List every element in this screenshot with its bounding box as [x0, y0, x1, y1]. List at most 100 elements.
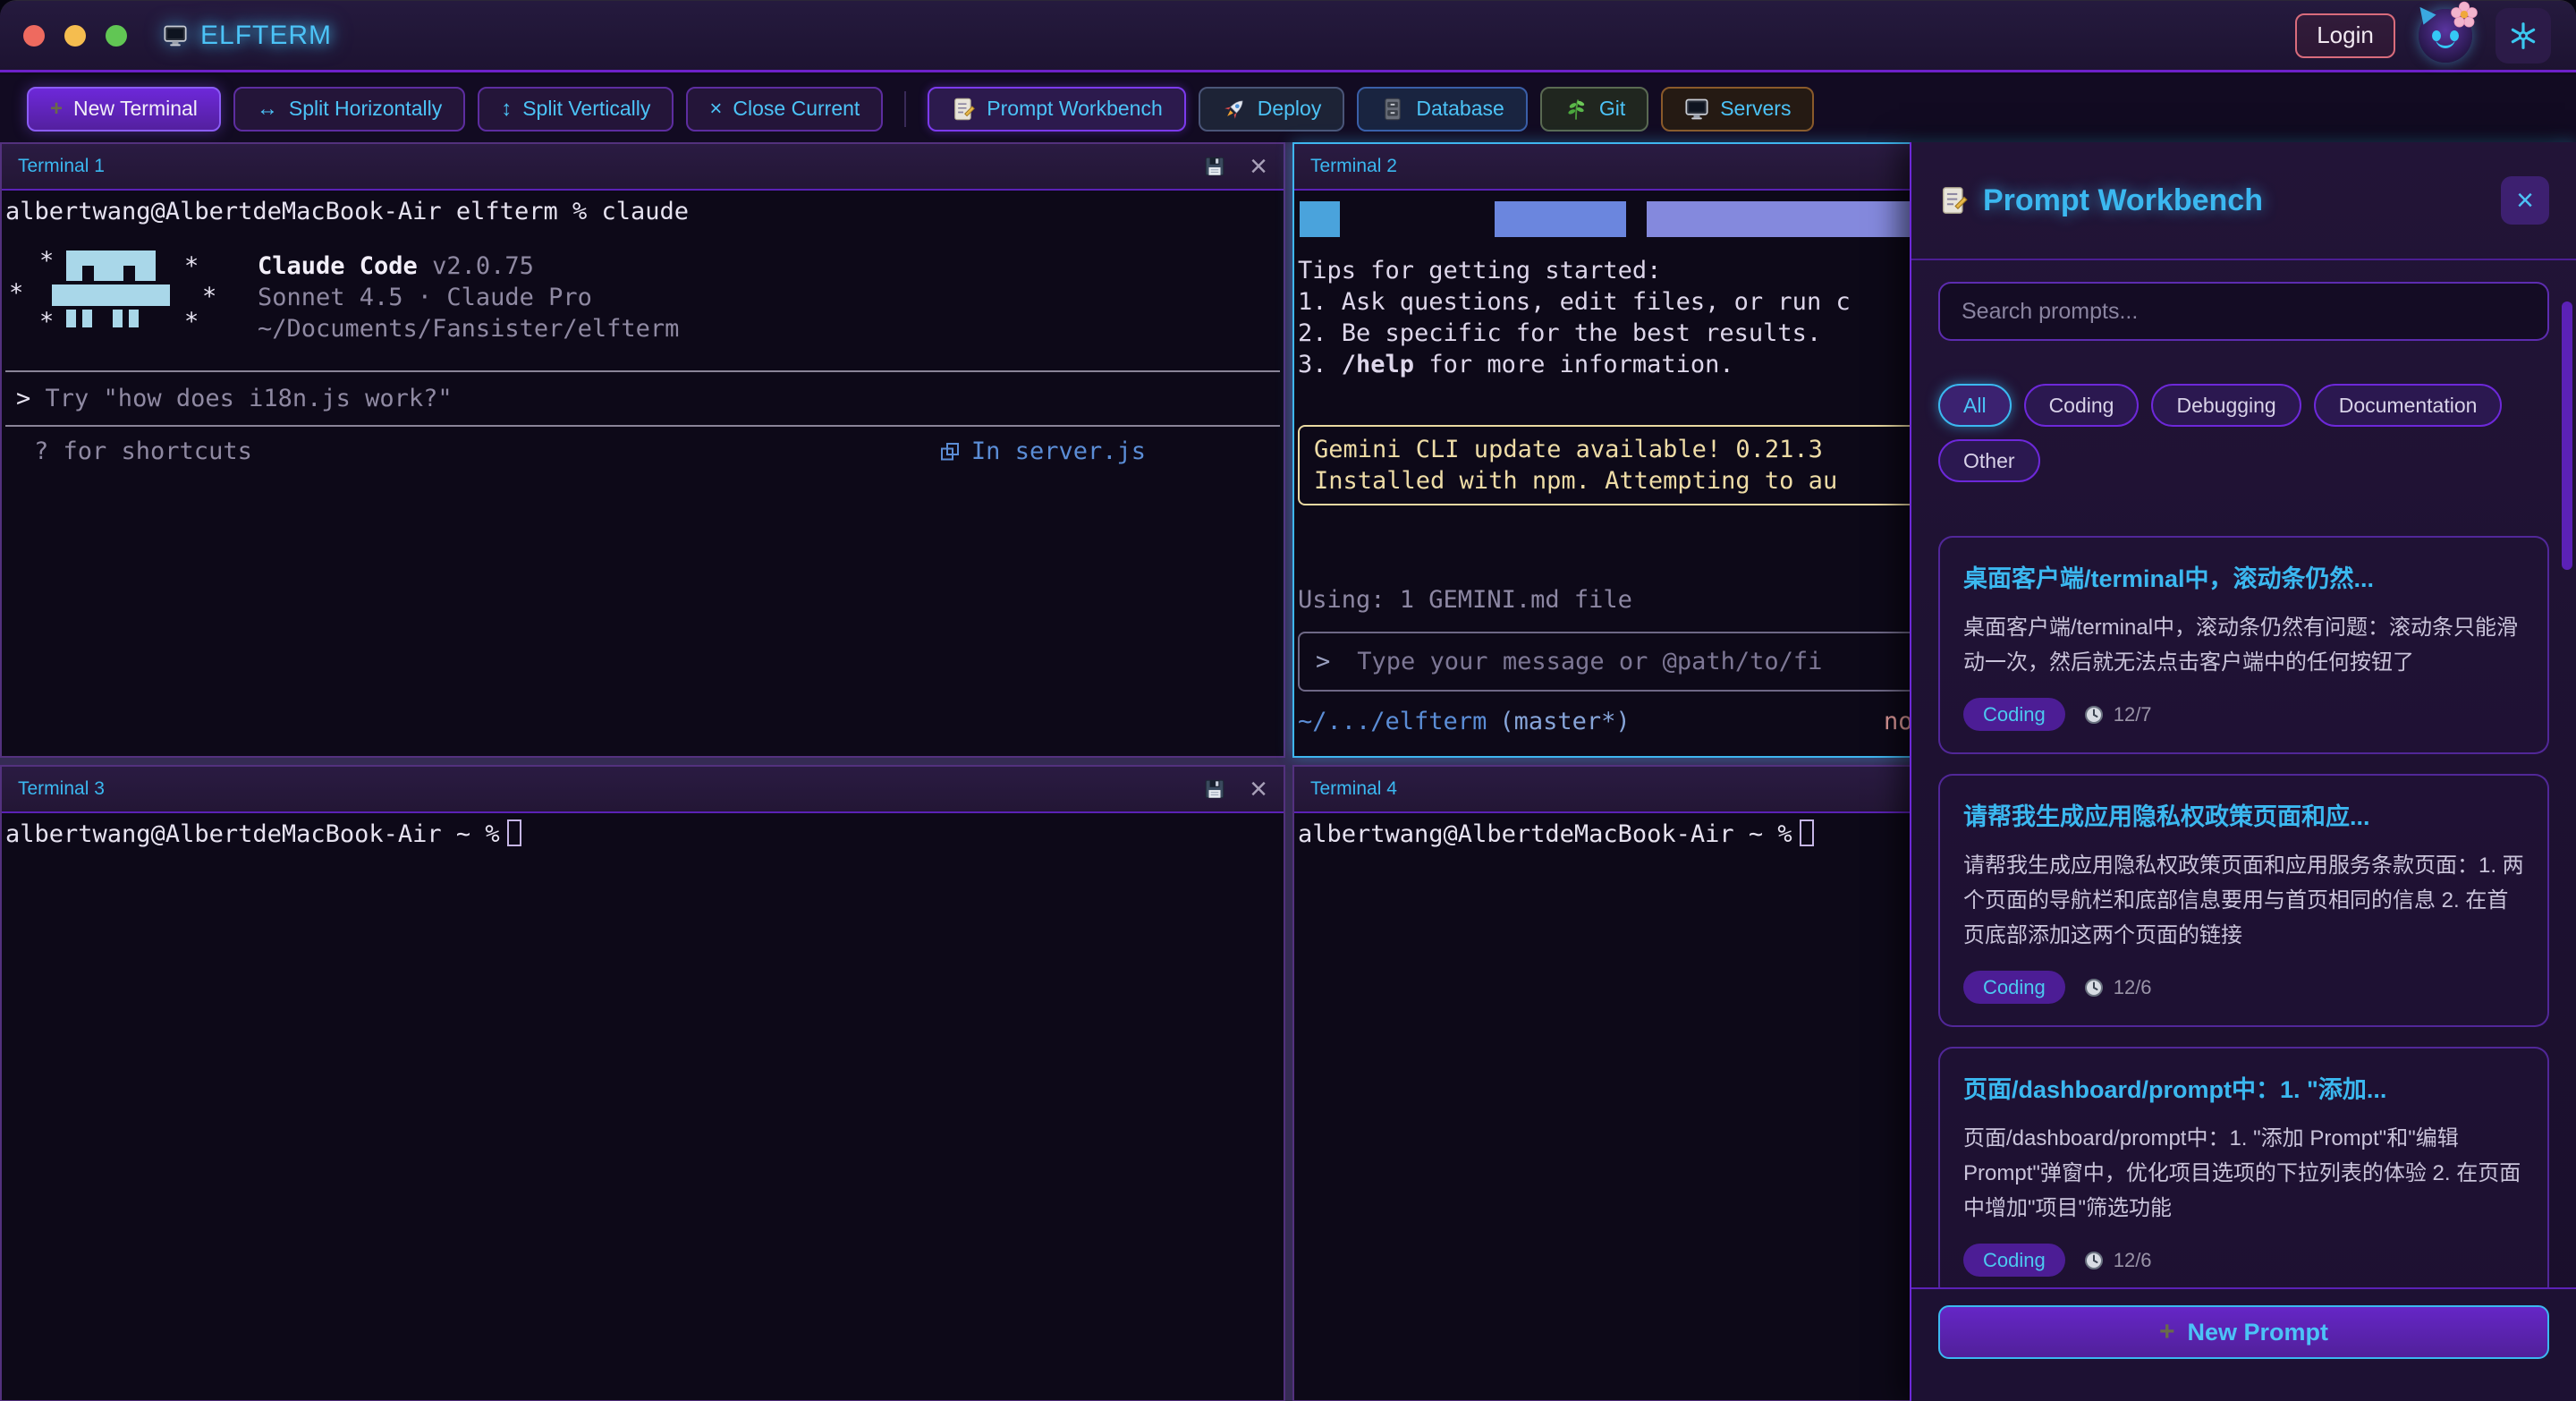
plus-icon: + [2159, 1317, 2175, 1347]
herb-icon [1563, 97, 1589, 122]
terminal-1-header[interactable]: Terminal 1 × [2, 144, 1284, 191]
prompt-tag: Coding [1963, 698, 2065, 731]
close-terminal-icon[interactable]: × [1250, 774, 1267, 804]
split-vertically-button[interactable]: ↕ Split Vertically [478, 87, 674, 132]
new-terminal-button[interactable]: + New Terminal [27, 87, 221, 132]
prompt-suggestion: Try "how does i18n.js work?" [46, 385, 453, 412]
git-button[interactable]: Git [1540, 87, 1648, 132]
claude-input-box[interactable]: > Try "how does i18n.js work?" [5, 370, 1280, 427]
deploy-button[interactable]: Deploy [1199, 87, 1345, 132]
prompt-date: 12/6 [2083, 1249, 2152, 1272]
terminal-cursor [507, 819, 521, 846]
terminal-3-header[interactable]: Terminal 3 × [2, 767, 1284, 813]
clock-icon [2083, 1250, 2105, 1271]
app-identity: ELFTERM [163, 21, 332, 51]
monitor-icon [163, 23, 188, 48]
prompt-card[interactable]: 请帮我生成应用隐私权政策页面和应... 请帮我生成应用隐私权政策页面和应用服务条… [1938, 774, 2549, 1027]
save-session-icon[interactable] [1203, 777, 1226, 801]
prompt-workbench-button[interactable]: Prompt Workbench [928, 87, 1185, 132]
save-session-icon[interactable] [1203, 155, 1226, 178]
database-button[interactable]: Database [1357, 87, 1527, 132]
close-workbench-button[interactable]: × [2501, 176, 2549, 225]
cabinet-icon [1380, 97, 1405, 122]
prompt-card-title: 桌面客户端/terminal中，滚动条仍然... [1963, 559, 2524, 594]
filter-chip-debugging[interactable]: Debugging [2151, 384, 2301, 427]
prompt-card-title: 请帮我生成应用隐私权政策页面和应... [1963, 797, 2524, 832]
workbench-title: Prompt Workbench [1983, 183, 2263, 218]
product-name: Claude Code [258, 252, 418, 280]
snowflake-icon [2509, 21, 2538, 50]
filter-chip-all[interactable]: All [1938, 384, 2012, 427]
shortcuts-hint: ? for shortcuts [34, 436, 252, 467]
claude-version-info: Claude Code v2.0.75 Sonnet 4.5 · Claude … [258, 250, 679, 351]
zoom-window-button[interactable] [106, 25, 127, 47]
split-vertical-icon: ↕ [501, 97, 512, 122]
memo-icon [1938, 185, 1969, 216]
prompt-card[interactable]: 桌面客户端/terminal中，滚动条仍然... 桌面客户端/terminal中… [1938, 536, 2549, 754]
filter-chips: All Coding Debugging Documentation Other [1938, 384, 2549, 482]
toolbar-divider [904, 91, 906, 127]
prompt-workbench-panel: Prompt Workbench × All Coding Debugging … [1910, 142, 2576, 1401]
scrollbar-thumb[interactable] [2562, 301, 2572, 570]
terminal-4-title: Terminal 4 [1310, 778, 1397, 800]
close-current-button[interactable]: × Close Current [686, 87, 883, 132]
login-button[interactable]: Login [2295, 13, 2395, 58]
window-controls [23, 25, 127, 47]
terminal-3-body[interactable]: albertwang@AlbertdeMacBook-Air ~ % [2, 813, 1284, 855]
split-horizontal-icon: ↔ [257, 97, 278, 122]
clock-icon [2083, 704, 2105, 726]
clock-icon [2083, 977, 2105, 998]
shell-prompt: albertwang@AlbertdeMacBook-Air ~ % [5, 820, 500, 848]
context-badge[interactable]: In server.js [939, 436, 1146, 467]
prompt-date: 12/6 [2083, 976, 2152, 999]
search-prompts-input[interactable] [1938, 282, 2549, 341]
servers-button[interactable]: Servers [1661, 87, 1814, 132]
app-title: ELFTERM [200, 21, 332, 51]
status-branch: (master*) [1499, 708, 1630, 735]
filter-chip-documentation[interactable]: Documentation [2314, 384, 2503, 427]
status-path: ~/.../elfterm [1298, 708, 1487, 735]
prompt-tag: Coding [1963, 971, 2065, 1004]
product-version: v2.0.75 [432, 252, 534, 280]
filter-chip-other[interactable]: Other [1938, 439, 2040, 482]
prompt-cards-list[interactable]: 桌面客户端/terminal中，滚动条仍然... 桌面客户端/terminal中… [1938, 536, 2549, 1287]
party-hat-icon [2413, 2, 2436, 24]
app-window: ELFTERM Login + New Terminal ↔ S [0, 0, 2576, 1401]
toolbar: + New Terminal ↔ Split Horizontally ↕ Sp… [0, 75, 2576, 142]
close-terminal-icon[interactable]: × [1250, 151, 1267, 182]
avatar[interactable] [2419, 9, 2472, 63]
model-info: Sonnet 4.5 · Claude Pro [258, 282, 679, 313]
workbench-footer: + New Prompt [1911, 1287, 2576, 1401]
working-directory: ~/Documents/Fansister/elfterm [258, 313, 679, 344]
close-icon: × [709, 97, 722, 122]
filter-chip-coding[interactable]: Coding [2024, 384, 2140, 427]
prompt-tag: Coding [1963, 1244, 2065, 1277]
prompt-card[interactable]: 页面/dashboard/prompt中：1. "添加... 页面/dashbo… [1938, 1047, 2549, 1287]
theme-settings-button[interactable] [2496, 8, 2551, 64]
terminal-2-title: Terminal 2 [1310, 156, 1397, 177]
claude-code-banner: * * * * * * Claude Code v2.0 [13, 250, 1280, 351]
claude-code-logo: * * * * * * [13, 250, 227, 351]
overlapping-squares-icon [939, 441, 961, 463]
monitor-icon [1684, 97, 1709, 122]
new-prompt-button[interactable]: + New Prompt [1938, 1305, 2549, 1359]
split-horizontally-button[interactable]: ↔ Split Horizontally [233, 87, 465, 132]
prompt-card-title: 页面/dashboard/prompt中：1. "添加... [1963, 1070, 2524, 1105]
titlebar: ELFTERM Login [0, 1, 2576, 72]
workbench-header: Prompt Workbench × [1911, 142, 2576, 260]
flower-icon [2449, 0, 2479, 30]
prompt-card-body: 页面/dashboard/prompt中：1. "添加 Prompt"和"编辑 … [1963, 1121, 2524, 1226]
terminal-1-title: Terminal 1 [18, 156, 105, 177]
status-warning: no [1884, 706, 1913, 737]
memo-icon [951, 97, 976, 122]
terminal-3-pane[interactable]: Terminal 3 × albertwang@AlbertdeMacBook-… [0, 765, 1285, 1401]
plus-icon: + [50, 97, 63, 122]
terminal-cursor [1800, 819, 1814, 846]
shell-prompt: albertwang@AlbertdeMacBook-Air ~ % [1298, 820, 1792, 848]
terminal-1-pane[interactable]: Terminal 1 × albertwang@AlbertdeMacBook-… [0, 142, 1285, 758]
minimize-window-button[interactable] [64, 25, 86, 47]
close-window-button[interactable] [23, 25, 45, 47]
terminal-1-body[interactable]: albertwang@AlbertdeMacBook-Air elfterm %… [2, 191, 1284, 472]
prompt-card-body: 桌面客户端/terminal中，滚动条仍然有问题：滚动条只能滑动一次，然后就无法… [1963, 610, 2524, 680]
prompt-date: 12/7 [2083, 703, 2152, 726]
